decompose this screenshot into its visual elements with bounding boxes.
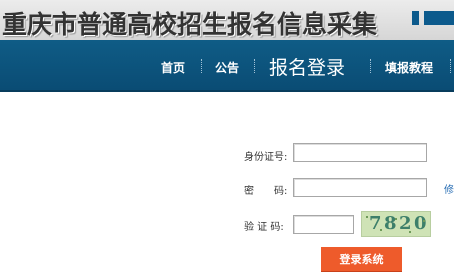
- captcha-image[interactable]: 7 8 2 0: [361, 211, 431, 237]
- nav-divider: [450, 59, 451, 73]
- captcha-label-text: 验 证 码: [244, 222, 281, 233]
- nav-login-link[interactable]: 报名登录: [269, 53, 345, 80]
- site-header: 重庆市普通高校招生报名信息采集: [0, 0, 454, 40]
- password-input[interactable]: [293, 178, 427, 197]
- captcha-noise: [366, 216, 368, 218]
- password-label: 密 码:: [244, 182, 287, 197]
- id-number-input[interactable]: [293, 143, 427, 162]
- captcha-noise: [380, 229, 382, 231]
- nav-divider: [201, 59, 202, 73]
- login-button[interactable]: 登录系统: [321, 247, 402, 271]
- captcha-char: 0: [414, 213, 427, 234]
- captcha-noise: [409, 231, 411, 233]
- header-decoration: [424, 11, 454, 25]
- label-colon: :: [284, 186, 288, 197]
- captcha-label: 验 证 码:: [244, 218, 284, 233]
- password-label-text: 密 码: [244, 186, 284, 197]
- captcha-char: 8: [384, 213, 397, 234]
- captcha-noise: [423, 220, 425, 222]
- header-decoration: [412, 11, 419, 25]
- captcha-noise: [395, 218, 397, 220]
- main-nav: 首页 公告 报名登录 填报教程: [0, 40, 454, 92]
- side-hint-link[interactable]: 修: [444, 181, 454, 196]
- label-colon: :: [280, 222, 284, 233]
- id-number-label: 身份证号:: [244, 148, 287, 163]
- captcha-input[interactable]: [293, 215, 354, 234]
- nav-divider: [254, 59, 255, 73]
- id-number-label-text: 身份证号: [244, 152, 284, 163]
- nav-home-link[interactable]: 首页: [161, 59, 185, 76]
- nav-notice-link[interactable]: 公告: [215, 59, 239, 76]
- nav-tutorial-link[interactable]: 填报教程: [385, 59, 433, 76]
- nav-divider: [370, 59, 371, 73]
- label-colon: :: [284, 152, 288, 163]
- site-title: 重庆市普通高校招生报名信息采集: [2, 10, 378, 39]
